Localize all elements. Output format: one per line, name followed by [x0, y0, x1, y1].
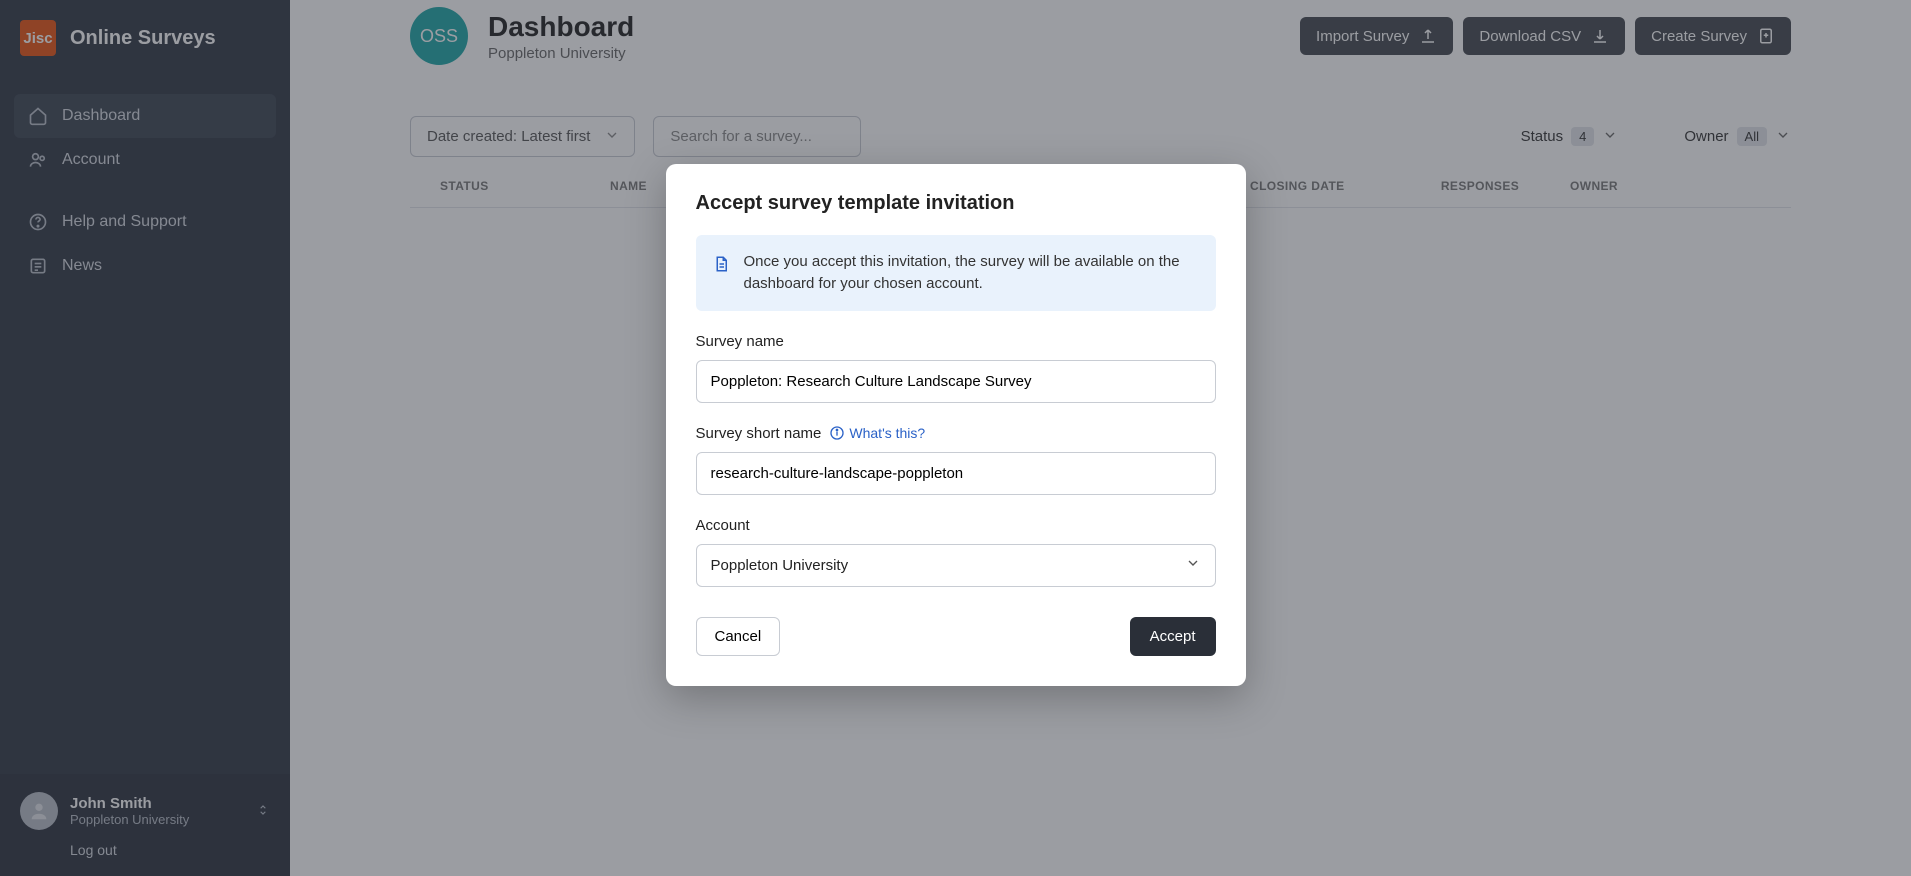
- survey-short-name-input[interactable]: [696, 452, 1216, 495]
- modal-overlay: Accept survey template invitation Once y…: [0, 0, 1911, 876]
- info-text: Once you accept this invitation, the sur…: [744, 251, 1200, 295]
- survey-name-label: Survey name: [696, 333, 1216, 350]
- info-icon: [829, 425, 845, 441]
- document-icon: [712, 255, 730, 273]
- whats-this-link[interactable]: What's this?: [829, 425, 925, 441]
- info-banner: Once you accept this invitation, the sur…: [696, 235, 1216, 311]
- modal-title: Accept survey template invitation: [696, 192, 1216, 215]
- account-select[interactable]: Poppleton University: [696, 544, 1216, 587]
- chevron-down-icon: [1185, 555, 1201, 575]
- accept-button[interactable]: Accept: [1130, 617, 1216, 656]
- accept-invitation-modal: Accept survey template invitation Once y…: [666, 164, 1246, 686]
- cancel-button[interactable]: Cancel: [696, 617, 781, 656]
- survey-short-name-label: Survey short name: [696, 425, 822, 442]
- account-label: Account: [696, 517, 1216, 534]
- survey-name-input[interactable]: [696, 360, 1216, 403]
